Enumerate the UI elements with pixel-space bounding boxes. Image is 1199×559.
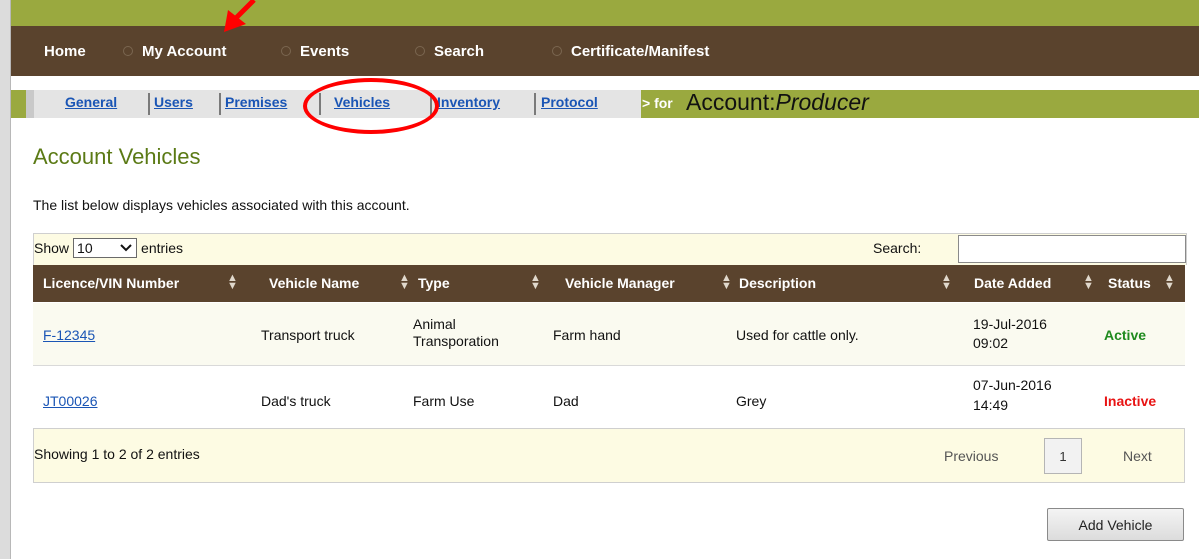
col-vehicle-manager[interactable]: Vehicle Manager xyxy=(565,275,675,291)
nav-label: My Account xyxy=(142,42,227,60)
show-label: Show xyxy=(34,240,70,256)
tab-divider xyxy=(148,93,150,115)
account-name: Producer xyxy=(775,89,869,115)
nav-label: Home xyxy=(44,42,86,60)
page-title: Account Vehicles xyxy=(33,144,201,169)
pagination-previous[interactable]: Previous xyxy=(944,448,998,464)
date-added-time: 14:49 xyxy=(973,397,1009,413)
search-label: Search: xyxy=(873,240,922,256)
col-description[interactable]: Description xyxy=(739,275,816,291)
tab-inventory[interactable]: Inventory xyxy=(437,94,500,110)
nav-label: Certificate/Manifest xyxy=(571,42,710,60)
sub-nav: General Users Premises Vehicles Inventor… xyxy=(11,89,1199,118)
account-context: Account:Producer xyxy=(686,89,869,116)
vehicle-type: Transporation xyxy=(413,333,499,349)
date-added: 07-Jun-2016 xyxy=(973,377,1052,393)
table-header: Licence/VIN Number ▲ ▼ Vehicle Name ▲ ▼ Ty… xyxy=(33,265,1185,302)
sort-icon: ▲ ▼ xyxy=(721,272,732,292)
pagination-next[interactable]: Next xyxy=(1123,448,1152,464)
frame-divider xyxy=(10,0,11,559)
date-added: 19-Jul-2016 xyxy=(973,316,1047,332)
nav-certificate-manifest[interactable]: Certificate/Manifest xyxy=(552,41,709,61)
search-input[interactable] xyxy=(958,235,1186,263)
sort-icon: ▲ ▼ xyxy=(227,272,238,292)
entries-select[interactable]: 10 xyxy=(73,238,138,258)
sort-icon: ▲ ▼ xyxy=(941,272,952,292)
entries-value: 10 xyxy=(77,240,93,256)
tab-premises[interactable]: Premises xyxy=(225,94,287,110)
window-frame xyxy=(0,0,10,559)
bullet-icon xyxy=(18,46,20,56)
chevron-down-icon xyxy=(120,244,132,252)
annotation-arrow-icon xyxy=(224,0,256,32)
tab-divider xyxy=(534,93,536,115)
col-vehicle-name[interactable]: Vehicle Name xyxy=(269,275,359,291)
nav-events[interactable]: Events xyxy=(281,41,349,61)
add-vehicle-button[interactable]: Add Vehicle xyxy=(1047,508,1184,541)
bullet-icon xyxy=(415,46,425,56)
tab-users[interactable]: Users xyxy=(154,94,193,110)
vehicle-description: Grey xyxy=(736,393,767,409)
page-description: The list below displays vehicles associa… xyxy=(33,197,410,213)
sort-icon: ▲ ▼ xyxy=(1083,272,1094,292)
licence-link[interactable]: F-12345 xyxy=(43,327,95,343)
table-controls: Show 10 entries Search: xyxy=(33,233,1187,265)
table-row: JT00026 Dad's truck Farm Use Dad Grey 07… xyxy=(33,366,1185,428)
col-date-added[interactable]: Date Added xyxy=(974,275,1051,291)
sort-icon: ▲ ▼ xyxy=(530,272,541,292)
col-type[interactable]: Type xyxy=(418,275,450,291)
nav-home[interactable]: Home xyxy=(18,41,86,61)
tab-protocol[interactable]: Protocol xyxy=(541,94,598,110)
vehicle-name: Dad's truck xyxy=(261,393,331,409)
date-added-time: 09:02 xyxy=(973,335,1009,351)
nav-my-account[interactable]: My Account xyxy=(123,41,226,61)
bullet-icon xyxy=(552,46,562,56)
nav-label: Search xyxy=(434,42,485,60)
bullet-icon xyxy=(281,46,291,56)
annotation-circle xyxy=(303,78,439,134)
sort-icon: ▲ ▼ xyxy=(1164,272,1175,292)
entries-info: Showing 1 to 2 of 2 entries xyxy=(34,446,200,462)
table-footer: Showing 1 to 2 of 2 entries Previous 1 N… xyxy=(33,428,1185,483)
vehicle-name: Transport truck xyxy=(261,327,355,343)
account-label: Account: xyxy=(686,89,776,115)
status-badge: Inactive xyxy=(1104,393,1157,409)
licence-link[interactable]: JT00026 xyxy=(43,393,97,409)
entries-control: Show 10 entries xyxy=(34,238,183,258)
for-prefix: > for xyxy=(642,95,673,111)
entries-label: entries xyxy=(141,240,184,256)
table-row: F-12345 Transport truck Animal Transpora… xyxy=(33,303,1185,366)
col-licence[interactable]: Licence/VIN Number xyxy=(43,275,179,291)
main-nav: Home My Account Events Search Certificat… xyxy=(11,26,1199,76)
bullet-icon xyxy=(123,46,133,56)
top-accent-bar xyxy=(11,0,1199,26)
pagination-page-button[interactable]: 1 xyxy=(1044,438,1082,474)
vehicle-manager: Dad xyxy=(553,393,579,409)
vehicle-description: Used for cattle only. xyxy=(736,327,859,343)
sort-icon: ▲ ▼ xyxy=(399,272,410,292)
vehicle-type: Animal xyxy=(413,316,456,332)
vehicle-manager: Farm hand xyxy=(553,327,621,343)
col-status[interactable]: Status xyxy=(1108,275,1151,291)
status-badge: Active xyxy=(1104,327,1147,343)
tab-divider xyxy=(219,93,221,115)
vehicle-type: Farm Use xyxy=(413,393,475,409)
nav-search[interactable]: Search xyxy=(415,41,484,61)
nav-label: Events xyxy=(300,42,350,60)
tab-general[interactable]: General xyxy=(65,94,117,110)
